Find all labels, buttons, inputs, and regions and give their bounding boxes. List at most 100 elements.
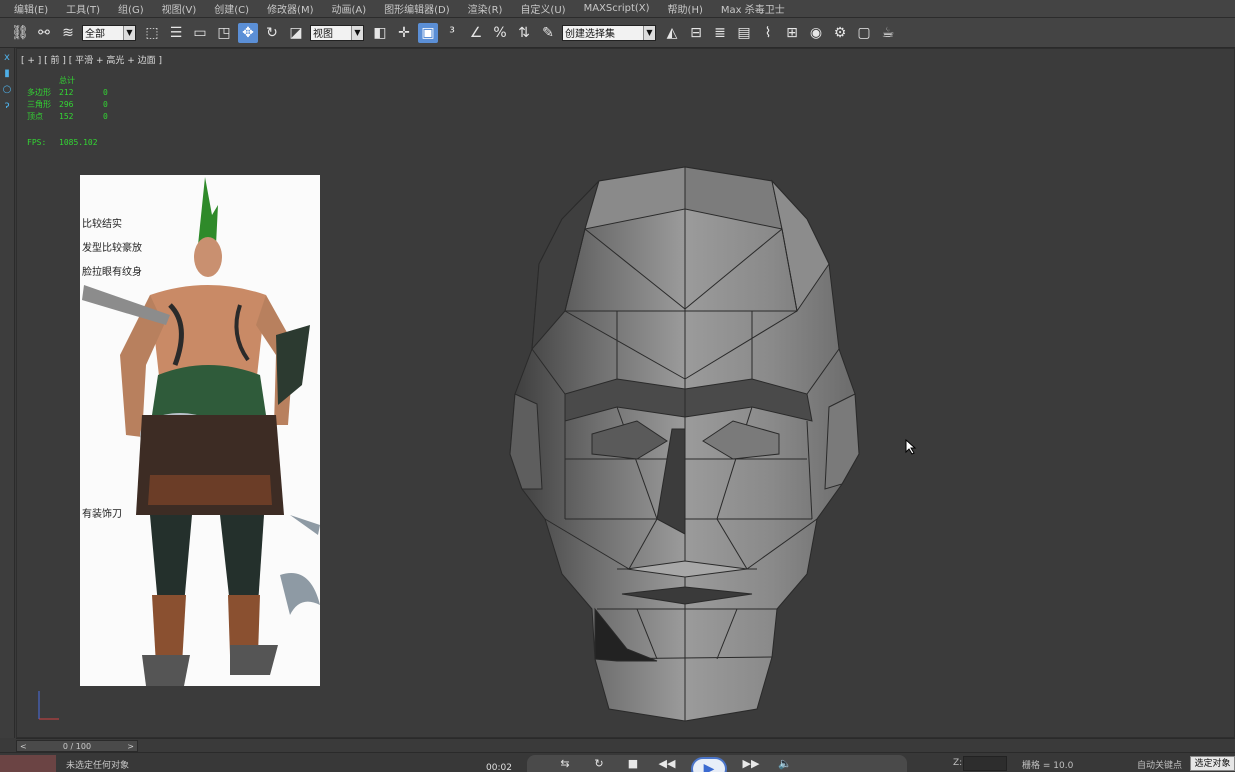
named-selection-dropdown[interactable]: 创建选择集 ▼	[562, 24, 656, 41]
mouse-cursor-icon	[905, 438, 917, 459]
unlink-icon[interactable]: ⚯	[34, 23, 54, 43]
stats-row: 三角形 296 0	[27, 99, 108, 111]
selected-object-button[interactable]: 选定对象	[1190, 756, 1235, 771]
menu-item[interactable]: 图形编辑器(D)	[384, 1, 450, 16]
chevron-down-icon: ▼	[351, 25, 363, 40]
move-icon[interactable]: ✥	[238, 22, 258, 43]
snap-3d-icon[interactable]: ³	[442, 23, 462, 43]
auto-key-label[interactable]: 自动关键点	[1137, 758, 1182, 771]
manipulate-icon[interactable]: ✛	[394, 23, 414, 43]
loop-icon[interactable]: ↻	[589, 757, 609, 771]
stop-icon[interactable]: ■	[623, 757, 643, 771]
viewport-label[interactable]: [ + ] [ 前 ] [ 平滑 + 高光 + 边面 ]	[21, 53, 162, 66]
stats-label: 顶点	[27, 112, 43, 121]
frame-counter: 0 / 100	[62, 741, 92, 751]
stats-label: 多边形	[27, 88, 51, 97]
menu-item[interactable]: 渲染(R)	[468, 1, 503, 16]
menu-item[interactable]: 编辑(E)	[14, 1, 48, 16]
time-slider[interactable]: < 0 / 100 >	[16, 738, 1235, 752]
low-poly-head-model[interactable]	[487, 109, 867, 729]
select-by-name-icon[interactable]: ☰	[166, 23, 186, 43]
main-toolbar: ⛓ ⚯ ≋ 全部 ▼ ⬚ ☰ ▭ ◳ ✥ ↻ ◪ 视图 ▼ ◧ ✛ ▣ ³ ∠ …	[0, 18, 1235, 48]
key-mode-icon[interactable]: ⇆	[555, 757, 575, 771]
rendered-frame-icon[interactable]: ▢	[854, 23, 874, 43]
z-coord-field[interactable]	[963, 756, 1007, 771]
previous-frame-icon[interactable]: ◀◀	[657, 757, 677, 771]
stats-selected: 0	[103, 88, 108, 97]
render-setup-icon[interactable]: ⚙	[830, 23, 850, 43]
percent-snap-icon[interactable]: %	[490, 23, 510, 43]
reference-image-plane[interactable]: 比较结实 发型比较豪放 脸拉眼有纹身 有装饰刀	[80, 175, 320, 686]
next-frame-icon[interactable]: ▶▶	[741, 757, 761, 771]
spinner-snap-icon[interactable]: ⇅	[514, 23, 534, 43]
stats-row: 顶点 152 0	[27, 111, 108, 123]
stats-total: 212	[59, 88, 74, 97]
menu-item[interactable]: 帮助(H)	[668, 1, 703, 16]
curve-editor-icon[interactable]: ⌇	[758, 23, 778, 43]
stats-selected: 0	[103, 100, 108, 109]
schematic-view-icon[interactable]: ⊞	[782, 23, 802, 43]
fps-row: FPS: 1085.102	[27, 137, 108, 149]
stats-row: 多边形 212 0	[27, 87, 108, 99]
rotate-icon[interactable]: ↻	[262, 23, 282, 43]
reference-coord-dropdown[interactable]: 视图 ▼	[310, 24, 364, 41]
stats-total: 152	[59, 112, 74, 121]
menu-item[interactable]: 工具(T)	[66, 1, 100, 16]
material-editor-icon[interactable]: ◉	[806, 23, 826, 43]
render-teapot-icon[interactable]: ☕	[878, 23, 898, 43]
status-message: 未选定任何对象	[66, 761, 130, 771]
menu-item[interactable]: 创建(C)	[214, 1, 249, 16]
playback-controls: ⇆ ↻ ■ ◀◀ ▶ ▶▶ 🔈	[527, 755, 907, 772]
menu-bar: 编辑(E) 工具(T) 组(G) 视图(V) 创建(C) 修改器(M) 动画(A) 图形编辑器…	[0, 0, 1235, 18]
chevron-down-icon: ▼	[643, 25, 655, 40]
chevron-right-icon[interactable]: >	[127, 742, 134, 751]
stats-selected: 0	[103, 112, 108, 121]
pivot-icon[interactable]: ◧	[370, 23, 390, 43]
chevron-left-icon[interactable]: <	[20, 742, 27, 751]
bind-spacewarp-icon[interactable]: ≋	[58, 23, 78, 43]
reference-coord-value: 视图	[313, 29, 333, 40]
rect-selection-icon[interactable]: ▭	[190, 23, 210, 43]
close-icon[interactable]: x	[1, 52, 13, 64]
volume-icon[interactable]: 🔈	[775, 757, 795, 771]
align-icon[interactable]: ⊟	[686, 23, 706, 43]
menu-item[interactable]: 自定义(U)	[520, 1, 565, 16]
warrior-concept-art	[82, 177, 320, 686]
selection-filter-value: 全部	[85, 29, 105, 40]
graphite-ribbon-icon[interactable]: ▤	[734, 23, 754, 43]
elapsed-time: 00:02	[486, 763, 512, 772]
selection-filter-dropdown[interactable]: 全部 ▼	[82, 24, 136, 41]
menu-item[interactable]: Max 杀毒卫士	[721, 1, 785, 16]
hook-icon[interactable]: ɂ	[1, 100, 13, 112]
keyboard-shortcut-icon[interactable]: ▣	[418, 22, 438, 43]
menu-item[interactable]: 修改器(M)	[267, 1, 313, 16]
grid-size: 栅格 = 10.0	[1022, 761, 1074, 771]
left-command-strip: x ▮ ○ ɂ	[0, 48, 15, 738]
time-slider-knob[interactable]: < 0 / 100 >	[16, 740, 138, 752]
stats-label: 三角形	[27, 100, 51, 109]
panel-icon[interactable]: ▮	[1, 68, 13, 80]
menu-item[interactable]: 动画(A)	[332, 1, 367, 16]
scale-icon[interactable]: ◪	[286, 23, 306, 43]
window-crossing-icon[interactable]: ◳	[214, 23, 234, 43]
menu-item[interactable]: 视图(V)	[162, 1, 197, 16]
mirror-icon[interactable]: ◭	[662, 23, 682, 43]
fps-value: 1085.102	[59, 138, 98, 147]
menu-item[interactable]: MAXScript(X)	[584, 3, 650, 14]
stats-total: 296	[59, 100, 74, 109]
edit-named-selection-icon[interactable]: ✎	[538, 23, 558, 43]
named-selection-value: 创建选择集	[565, 29, 615, 40]
front-viewport[interactable]: [ + ] [ 前 ] [ 平滑 + 高光 + 边面 ] 总计 多边形 212 …	[16, 48, 1235, 738]
chevron-down-icon: ▼	[123, 25, 135, 40]
select-object-icon[interactable]: ⬚	[142, 23, 162, 43]
angle-snap-icon[interactable]: ∠	[466, 23, 486, 43]
play-button[interactable]: ▶	[691, 757, 727, 772]
status-bar: 未选定任何对象 00:02 ⇆ ↻ ■ ◀◀ ▶ ▶▶ 🔈 Z: 栅格 = 10…	[0, 752, 1235, 772]
circle-icon[interactable]: ○	[1, 84, 13, 96]
menu-item[interactable]: 组(G)	[118, 1, 144, 16]
fps-label: FPS:	[27, 138, 47, 147]
maxscript-listener-button[interactable]	[0, 755, 56, 772]
link-icon[interactable]: ⛓	[10, 23, 30, 43]
layer-manager-icon[interactable]: ≣	[710, 23, 730, 43]
stats-header: 总计	[59, 76, 75, 85]
